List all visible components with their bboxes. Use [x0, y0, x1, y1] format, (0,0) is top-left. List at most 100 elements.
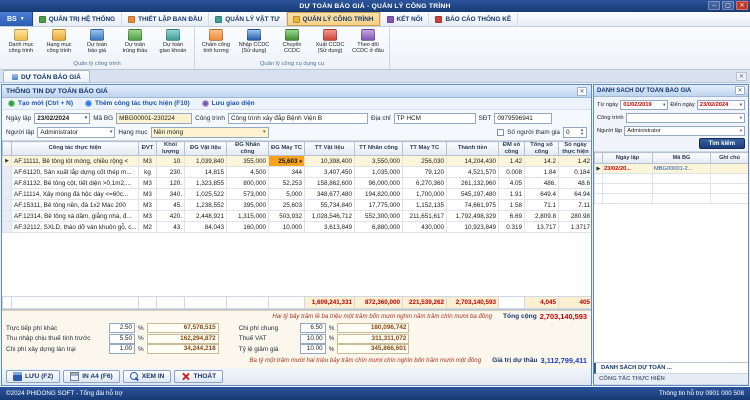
grid-cell[interactable]: 649.4 [525, 189, 559, 200]
tab-du-toan-bao-gia[interactable]: DỰ TOÁN BÁO GIÁ [3, 70, 90, 82]
grid-cell[interactable]: 13.717 [525, 222, 559, 233]
address-input[interactable]: TP HCM [394, 113, 476, 124]
grid-cell[interactable]: 545,197,480 [447, 189, 499, 200]
fee-percent-input[interactable]: 5.50 [109, 334, 135, 344]
to-date-input[interactable]: 23/02/2024▾ [697, 100, 745, 110]
grid-cell[interactable]: 420. [157, 211, 185, 222]
minimize-button[interactable]: – [708, 1, 720, 10]
grid-cell[interactable]: 4.05 [499, 178, 525, 189]
menu-tab-1[interactable]: QUẢN TRỊ HỆ THỐNG [33, 12, 122, 26]
sidebar-cell-date[interactable]: 23/02/20... [603, 164, 653, 174]
menu-tab-2[interactable]: THIẾT LẬP BAN ĐẦU [122, 12, 209, 26]
sidebar-col-header[interactable]: Ghi chú [711, 153, 749, 164]
sidebar-project-input[interactable]: ▾ [626, 113, 745, 123]
grid-cell[interactable]: M3 [139, 178, 157, 189]
grid-cell[interactable]: M3 [139, 211, 157, 222]
code-input[interactable]: MBG00001-230224 [116, 113, 192, 124]
grid-cell[interactable]: 2,809.8 [525, 211, 559, 222]
ribbon-button-timesheet[interactable]: Chấm công tính lương [197, 28, 235, 60]
grid-cell[interactable]: 6,270,360 [403, 178, 447, 189]
grid-col-header[interactable]: Khối lượng [157, 142, 185, 156]
grid-cell[interactable]: 486. [525, 178, 559, 189]
maximize-button[interactable]: ▢ [722, 1, 734, 10]
search-button[interactable]: Tìm kiếm [699, 138, 745, 149]
grid-col-header[interactable]: ĐG Máy TC [269, 142, 305, 156]
grid-cell[interactable]: 340. [157, 189, 185, 200]
grid-cell[interactable]: 1.42 [499, 156, 525, 167]
fee-percent-input[interactable]: 1.00 [109, 344, 135, 354]
participants-checkbox[interactable] [497, 129, 504, 136]
sidebar-tab-2[interactable]: CÔNG TÁC THỰC HIỆN [594, 374, 748, 385]
grid-cell[interactable]: 573,000 [227, 189, 269, 200]
date-input[interactable]: 23/02/2024▾ [34, 113, 90, 124]
grid-cell[interactable]: 1,152,135 [403, 200, 447, 211]
grid-cell[interactable]: 0.319 [499, 222, 525, 233]
creator-input[interactable]: Administrator▾ [37, 127, 115, 138]
grid-cell[interactable]: 1,323,855 [185, 178, 227, 189]
ribbon-button-track-tools[interactable]: Theo dõi CCDC ở đâu [349, 28, 387, 60]
grid-col-header[interactable]: TT Máy TC [403, 142, 447, 156]
grid-cell[interactable]: M3 [139, 189, 157, 200]
grid-cell[interactable]: 1,700,000 [403, 189, 447, 200]
grid-cell[interactable]: 1,039,840 [185, 156, 227, 167]
grid-cell[interactable]: 194,820,000 [355, 189, 403, 200]
sidebar-cell-note[interactable] [711, 164, 749, 174]
grid-col-header[interactable]: ĐG Nhân công [227, 142, 269, 156]
quick-link-2[interactable]: Thêm công tác thực hiện (F10) [85, 100, 190, 107]
grid-cell[interactable]: 1,315,000 [227, 211, 269, 222]
grid-cell[interactable]: 256,030 [403, 156, 447, 167]
grid-cell[interactable]: 96,000,000 [355, 178, 403, 189]
grid-cell[interactable]: AF.11111, Bê tông lót móng, chiều rộng < [12, 156, 139, 167]
grid-cell[interactable]: 7.11 [559, 200, 592, 211]
grid-cell[interactable]: 14.2 [525, 156, 559, 167]
grid-cell[interactable]: 17,775,000 [355, 200, 403, 211]
grid-cell[interactable]: 395,000 [227, 200, 269, 211]
grid-cell[interactable]: 1,238,552 [185, 200, 227, 211]
grid-cell[interactable]: 1,028,546,712 [305, 211, 355, 222]
grid-col-header[interactable]: ĐM số công [499, 142, 525, 156]
fee-percent-input[interactable]: 6.50 [300, 323, 326, 333]
grid-cell[interactable]: 6,880,000 [355, 222, 403, 233]
grid-cell[interactable]: 3,613,849 [305, 222, 355, 233]
ribbon-button-import-tools[interactable]: Nhập CCDC (Sử dụng) [235, 28, 273, 60]
sidebar-cell-code[interactable]: MBG00001-2... [653, 164, 711, 174]
grid-cell[interactable]: 84,043 [185, 222, 227, 233]
ribbon-button-quote-estimate[interactable]: Dự toán báo giá [78, 28, 116, 60]
grid-row[interactable]: AF.11114, Xây móng đá hộc dày <=60c...M3… [3, 189, 592, 200]
fee-percent-input[interactable]: 2.50 [109, 323, 135, 333]
grid-col-header[interactable]: Thành tiền [447, 142, 499, 156]
grid-cell[interactable]: 5,000 [269, 189, 305, 200]
ribbon-button-project-item[interactable]: Hạng mục công trình [40, 28, 78, 60]
from-date-input[interactable]: 01/02/2019▾ [620, 100, 668, 110]
grid-cell[interactable]: 0.184 [559, 167, 592, 178]
grid-cell[interactable]: 6.69 [499, 211, 525, 222]
sidebar-close-icon[interactable]: ✕ [735, 86, 745, 95]
grid-col-header[interactable]: ĐVT [139, 142, 157, 156]
grid-cell[interactable]: M3 [139, 156, 157, 167]
grid-cell[interactable]: AF.11114, Xây móng đá hộc dày <=60c... [12, 189, 139, 200]
sidebar-col-header[interactable]: Ngày lập [603, 153, 653, 164]
grid-cell[interactable]: 355,000 [227, 156, 269, 167]
grid-cell[interactable]: 43. [157, 222, 185, 233]
grid-cell[interactable]: 52,253 [269, 178, 305, 189]
grid-cell[interactable]: 4,521,570 [447, 167, 499, 178]
grid-cell[interactable]: 1,792,498,329 [447, 211, 499, 222]
grid-cell[interactable]: AF.12314, Bê tông xà dầm, giằng nhà, đ..… [12, 211, 139, 222]
grid-cell[interactable]: 79,120 [403, 167, 447, 178]
grid-cell[interactable]: AF.61120, Sản xuất lắp dựng cốt thép m..… [12, 167, 139, 178]
app-menu-button[interactable]: BS ▼ [0, 12, 33, 26]
grid-col-header[interactable]: Số ngày thực hiện [559, 142, 592, 156]
grid-cell[interactable]: 120. [157, 178, 185, 189]
sidebar-col-header[interactable]: Mã BG [653, 153, 711, 164]
grid-cell[interactable]: 160,000 [227, 222, 269, 233]
selected-cell[interactable]: 25,603▾ [269, 156, 305, 167]
grid-row[interactable]: AF.81132, Bê tông cột, tiết diện >0,1m2,… [3, 178, 592, 189]
grid-cell[interactable]: 1.58 [499, 200, 525, 211]
ribbon-button-export-tools[interactable]: Xuất CCDC (Sử dụng) [311, 28, 349, 60]
grid-col-header[interactable]: TT Nhân công [355, 142, 403, 156]
grid-cell[interactable]: 800,000 [227, 178, 269, 189]
grid-cell[interactable]: 348,677,480 [305, 189, 355, 200]
grid-cell[interactable]: 48.6 [559, 178, 592, 189]
grid-cell[interactable]: 10,398,400 [305, 156, 355, 167]
sidebar-creator-input[interactable]: Administrator▾ [624, 126, 745, 136]
